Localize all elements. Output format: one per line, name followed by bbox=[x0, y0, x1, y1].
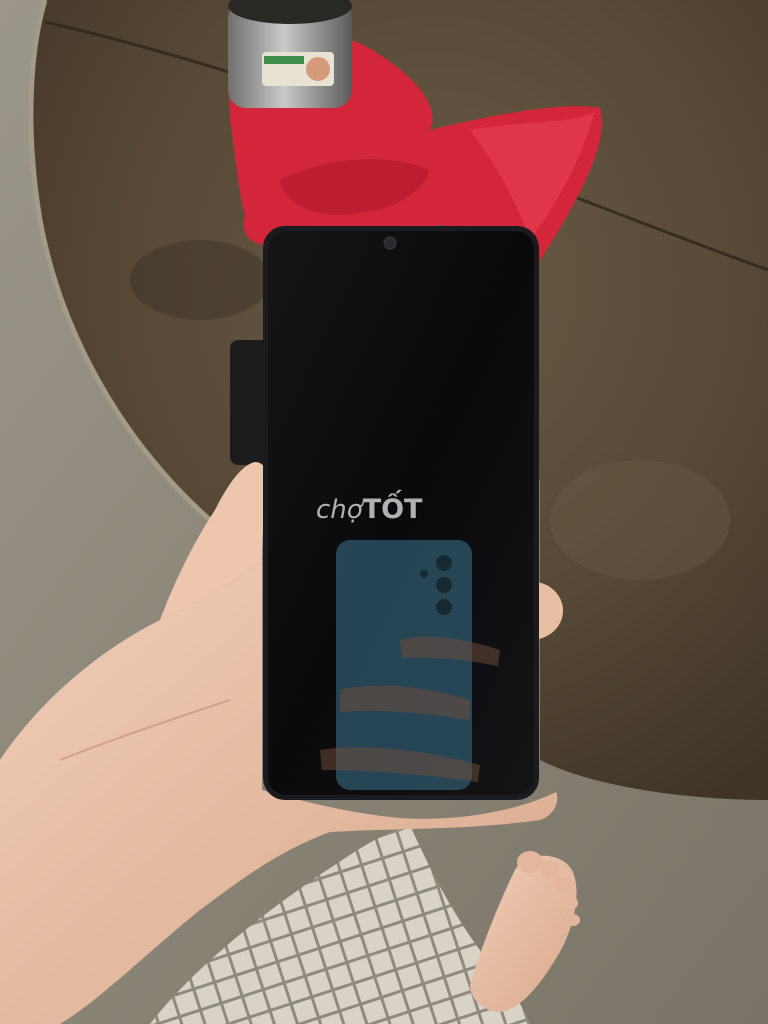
watermark-text-tot: TỐT bbox=[362, 494, 423, 525]
chotot-watermark: chợTỐT bbox=[316, 494, 456, 534]
table-stain-2 bbox=[550, 460, 730, 580]
front-camera-punch-hole bbox=[383, 236, 397, 250]
watermark-text-cho: chợ bbox=[316, 495, 363, 525]
table-stain bbox=[130, 240, 270, 320]
cup-label-stripe bbox=[264, 56, 304, 64]
cup-label-face bbox=[306, 57, 330, 81]
